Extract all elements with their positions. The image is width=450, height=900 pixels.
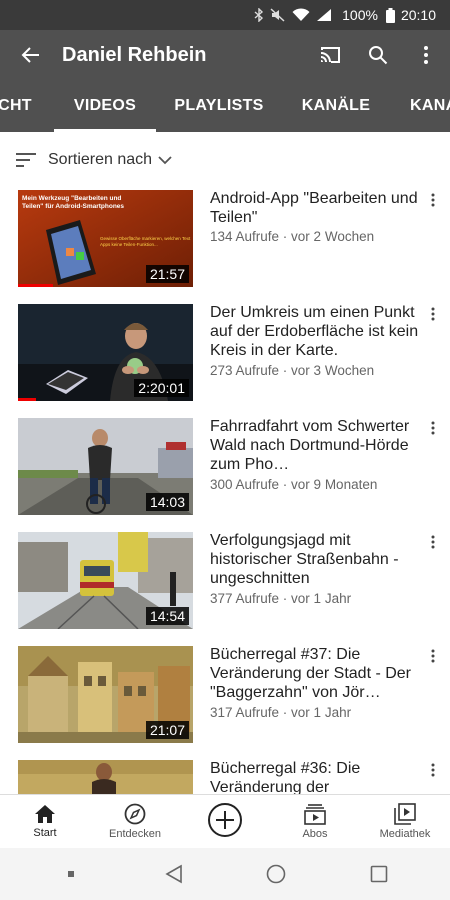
sort-control[interactable]: Sortieren nach <box>0 132 450 188</box>
video-duration: 21:57 <box>145 265 189 283</box>
square-recents-icon <box>370 865 388 883</box>
compass-icon <box>124 803 146 825</box>
nav-library-label: Mediathek <box>379 828 431 840</box>
video-item[interactable]: 14:54 Verfolgungsjagd mit historischer S… <box>0 530 450 644</box>
dot-icon <box>68 871 75 877</box>
nav-library[interactable]: Mediathek <box>360 795 450 848</box>
tab-channels-overflow[interactable]: KANA <box>410 80 450 132</box>
channel-tabs: CHT VIDEOS PLAYLISTS KANÄLE KANA <box>0 80 450 132</box>
video-thumbnail[interactable]: Mein Werkzeug "Bearbeiten und Teilen" fü… <box>18 190 193 287</box>
watch-progress-bar <box>18 284 53 287</box>
cast-icon <box>320 47 340 63</box>
video-title[interactable]: Fahrradfahrt vom Schwerter Wald nach Dor… <box>210 417 422 474</box>
tab-channels[interactable]: KANÄLE <box>300 80 372 132</box>
thumb-title-line-2: Teilen" für Android-Smartphones <box>22 203 124 210</box>
add-icon <box>208 803 242 837</box>
bottom-navigation: Start Entdecken Abos Mediathek <box>0 794 450 848</box>
video-list: Mein Werkzeug "Bearbeiten und Teilen" fü… <box>0 188 450 794</box>
battery-percent: 100% <box>342 7 378 23</box>
video-menu-button[interactable] <box>426 532 440 552</box>
tab-overview[interactable]: CHT <box>0 80 34 132</box>
app-header: Daniel Rehbein <box>0 30 450 80</box>
video-duration: 21:07 <box>145 721 189 739</box>
library-icon <box>394 803 416 825</box>
watch-progress-bar <box>18 398 36 401</box>
video-duration: 14:03 <box>145 493 189 511</box>
nav-explore-label: Entdecken <box>109 828 161 840</box>
video-thumbnail[interactable]: 14:03 <box>18 418 193 515</box>
kebab-menu-icon <box>424 46 428 64</box>
thumb-text-line-4: Apps keine Teilen-Funktion... <box>100 242 158 247</box>
video-title[interactable]: Verfolgungsjagd mit historischer Straßen… <box>210 531 422 588</box>
clock: 20:10 <box>400 7 436 23</box>
video-meta: 273 Aufrufe · vor 3 Wochen <box>210 363 375 378</box>
video-title[interactable]: Der Umkreis um einen Punkt auf der Erdob… <box>210 303 422 360</box>
kebab-menu-icon <box>431 307 435 321</box>
nav-start-label: Start <box>33 827 57 839</box>
search-button[interactable] <box>354 30 402 80</box>
thumb-text-line-3: Gewisse Oberfläche markieren, welchen Te… <box>100 236 191 241</box>
system-back-button[interactable] <box>144 854 204 894</box>
triangle-back-icon <box>165 864 182 884</box>
system-home-button[interactable] <box>246 854 306 894</box>
home-icon <box>35 805 55 823</box>
video-item[interactable]: 21:07 Bücherregal #37: Die Veränderung d… <box>0 644 450 758</box>
video-thumbnail[interactable]: 2:20:01 <box>18 304 193 401</box>
kebab-menu-icon <box>431 421 435 435</box>
video-meta: 300 Aufrufe · vor 9 Monaten <box>210 477 378 492</box>
tab-videos[interactable]: VIDEOS <box>54 80 156 132</box>
video-meta: 377 Aufrufe · vor 1 Jahr <box>210 591 352 606</box>
mute-icon <box>270 8 286 22</box>
back-button[interactable] <box>0 30 62 80</box>
arrow-back-icon <box>21 47 39 63</box>
nav-start[interactable]: Start <box>0 795 90 848</box>
circle-home-icon <box>266 864 286 884</box>
thumb-title-line-1: Mein Werkzeug "Bearbeiten und <box>22 195 121 202</box>
nav-subscriptions-label: Abos <box>302 828 328 840</box>
video-item[interactable]: 2:20:01 Der Umkreis um einen Punkt auf d… <box>0 302 450 416</box>
nav-explore[interactable]: Entdecken <box>90 795 180 848</box>
system-recents-button[interactable] <box>349 854 409 894</box>
video-title[interactable]: Bücherregal #36: Die Veränderung der <box>210 759 422 794</box>
video-item[interactable]: Mein Werkzeug "Bearbeiten und Teilen" fü… <box>0 188 450 302</box>
nav-subscriptions[interactable]: Abos <box>270 795 360 848</box>
video-item[interactable]: 14:03 Fahrradfahrt vom Schwerter Wald na… <box>0 416 450 530</box>
chevron-down-icon <box>158 155 172 165</box>
video-menu-button[interactable] <box>426 760 440 780</box>
wifi-icon <box>292 8 310 22</box>
subscriptions-icon <box>304 804 326 825</box>
video-menu-button[interactable] <box>426 190 440 210</box>
video-duration: 14:54 <box>145 607 189 625</box>
more-options-button[interactable] <box>402 30 450 80</box>
kebab-menu-icon <box>431 193 435 207</box>
system-dot-button[interactable] <box>41 854 101 894</box>
cast-button[interactable] <box>306 30 354 80</box>
sort-label: Sortieren nach <box>48 151 153 168</box>
system-navigation-bar <box>0 848 450 900</box>
video-thumbnail[interactable]: 21:07 <box>18 646 193 743</box>
bluetooth-icon <box>254 8 264 22</box>
video-thumbnail[interactable] <box>18 760 193 794</box>
kebab-menu-icon <box>431 535 435 549</box>
video-menu-button[interactable] <box>426 646 440 666</box>
video-meta: 134 Aufrufe · vor 2 Wochen <box>210 229 375 244</box>
kebab-menu-icon <box>431 763 435 777</box>
video-thumbnail[interactable]: 14:54 <box>18 532 193 629</box>
video-menu-button[interactable] <box>426 304 440 324</box>
battery-icon <box>385 7 395 23</box>
sort-icon <box>16 152 36 168</box>
signal-icon <box>316 8 332 22</box>
nav-create[interactable] <box>180 795 270 848</box>
search-icon <box>369 46 388 65</box>
tab-playlists[interactable]: PLAYLISTS <box>170 80 268 132</box>
video-item[interactable]: Bücherregal #36: Die Veränderung der <box>0 758 450 794</box>
video-duration: 2:20:01 <box>134 379 189 397</box>
video-title[interactable]: Android-App "Bearbeiten und Teilen" <box>210 189 422 227</box>
video-title[interactable]: Bücherregal #37: Die Veränderung der Sta… <box>210 645 422 702</box>
status-bar: 100% 20:10 <box>0 0 450 30</box>
kebab-menu-icon <box>431 649 435 663</box>
video-menu-button[interactable] <box>426 418 440 438</box>
channel-title: Daniel Rehbein <box>62 43 207 66</box>
video-meta: 317 Aufrufe · vor 1 Jahr <box>210 705 352 720</box>
